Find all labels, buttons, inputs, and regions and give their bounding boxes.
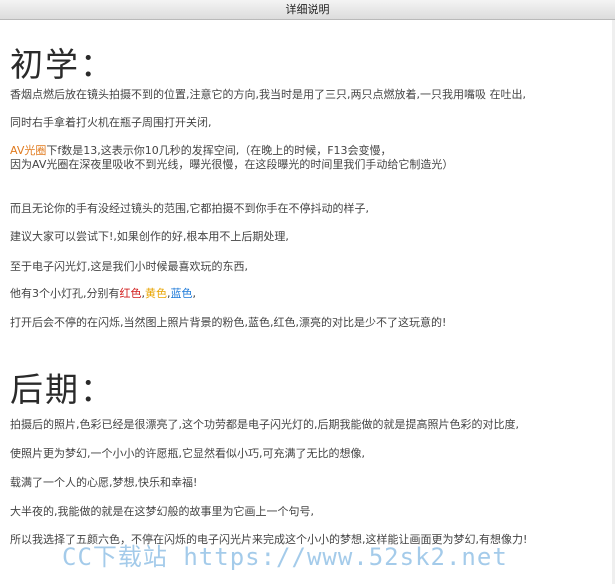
paragraph-line: 载满了一个人的心愿,梦想,快乐和幸福! [10, 476, 198, 489]
av-highlight: AV光圈 [10, 144, 47, 157]
paragraph-line: 大半夜的,我能做的就是在这梦幻般的故事里为它画上一个句号, [10, 505, 314, 518]
light-yellow: 黄色 [145, 287, 167, 300]
light-blue: 蓝色 [170, 287, 193, 300]
lights-line: 他有3个小灯孔,分别有红色,黄色,蓝色, [10, 287, 196, 301]
paragraph-line: 使照片更为梦幻,一个小小的许愿瓶,它显然看似小巧,可充满了无比的想像, [10, 447, 365, 460]
paragraph-line: 香烟点燃后放在镜头拍摄不到的位置,注意它的方向,我当时是用了三只,两只点燃放着,… [10, 88, 526, 101]
av-line: AV光圈下f数是13,这表示你10几秒的发挥空间,（在晚上的时候，F13会变慢， [10, 144, 392, 158]
paragraph-line: 建议大家可以尝试下!,如果创作的好,根本用不上后期处理, [10, 230, 289, 243]
lights-prefix: 他有3个小灯孔,分别有 [10, 287, 120, 300]
paragraph-line: 而且无论你的手有没经过镜头的范围,它都拍摄不到你手在不停抖动的样子, [10, 202, 369, 215]
detail-content: 初学： 香烟点燃后放在镜头拍摄不到的位置,注意它的方向,我当时是用了三只,两只点… [0, 20, 615, 584]
watermark: CC下载站 https://www.52sk2.net [62, 543, 508, 571]
paragraph-line: 至于电子闪光灯,这是我们小时候最喜欢玩的东西, [10, 260, 248, 273]
lights-suffix: , [192, 287, 197, 300]
av-line-text: 下f数是13,这表示你10几秒的发挥空间,（在晚上的时候，F13会变慢， [46, 144, 392, 157]
paragraph-line: 打开后会不停的在闪烁,当然图上照片背景的粉色,蓝色,红色,漂亮的对比是少不了这玩… [10, 316, 447, 329]
window-title: 详细说明 [0, 0, 615, 20]
paragraph-line: 同时右手拿着打火机在瓶子周围打开关闭, [10, 116, 212, 129]
light-red: 红色 [119, 287, 142, 300]
section-heading-post: 后期： [10, 370, 115, 409]
paragraph-line: 拍摄后的照片,色彩已经是很漂亮了,这个功劳都是电子闪光灯的,后期我能做的就是提高… [10, 418, 519, 431]
paragraph-line: 因为AV光圈在深夜里吸收不到光线，曝光很慢，在这段曝光的时间里我们手动给它制造光… [10, 158, 454, 171]
section-heading-beginner: 初学： [10, 45, 115, 84]
